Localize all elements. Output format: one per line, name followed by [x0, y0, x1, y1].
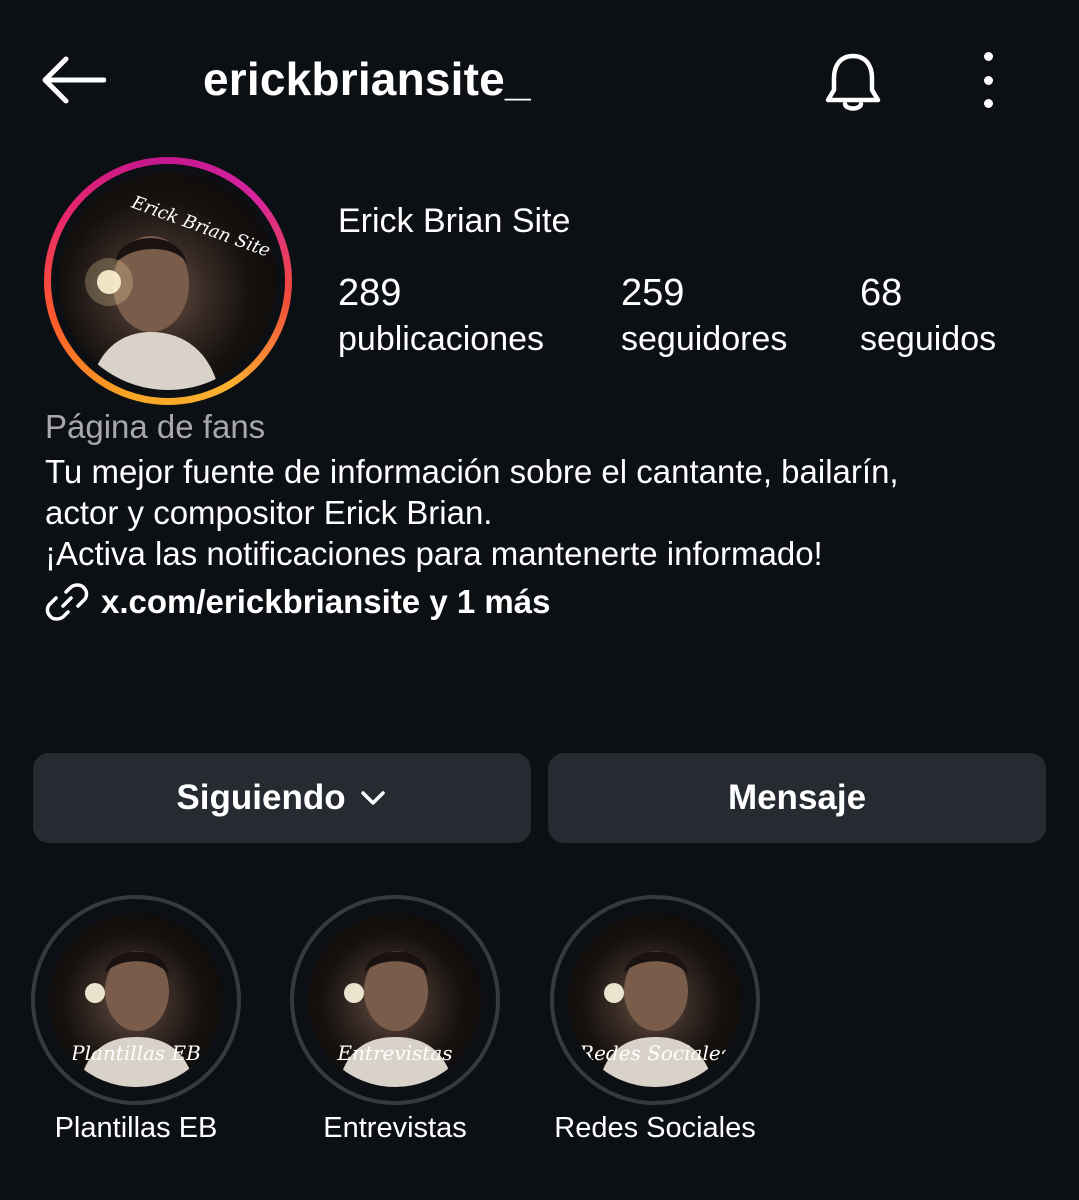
more-options-button[interactable]: [968, 52, 1008, 108]
followers-label[interactable]: seguidores: [621, 320, 787, 359]
highlight-cover-text: Entrevistas: [337, 1041, 453, 1065]
link-text: x.com/erickbriansite y 1 más: [101, 583, 551, 620]
highlight-label[interactable]: Redes Sociales: [525, 1112, 785, 1145]
message-button-label: Mensaje: [727, 778, 867, 817]
more-vertical-icon: [983, 52, 993, 61]
highlight-cover: Redes Sociales: [568, 913, 742, 1087]
profile-category: Página de fans: [45, 408, 266, 445]
highlight-cover: Plantillas EB: [49, 913, 223, 1087]
profile-username: erickbriansite_: [203, 53, 531, 105]
message-button[interactable]: Mensaje: [548, 753, 1046, 843]
profile-link[interactable]: x.com/erickbriansite y 1 más: [45, 580, 550, 624]
highlight-entrevistas[interactable]: Entrevistas: [290, 895, 500, 1105]
arrow-left-icon: [42, 56, 106, 104]
following-count[interactable]: 68: [860, 272, 902, 315]
highlight-cover-text: Redes Sociales: [579, 1041, 731, 1065]
bio-line: ¡Activa las notificaciones para mantener…: [45, 535, 823, 572]
back-button[interactable]: [40, 50, 120, 110]
chevron-down-icon: [360, 791, 385, 805]
avatar-image: Erick Brian Site: [59, 172, 277, 390]
posts-count[interactable]: 289: [338, 272, 401, 315]
highlight-cover: Entrevistas: [308, 913, 482, 1087]
profile-bio: Tu mejor fuente de información sobre el …: [45, 451, 1045, 574]
posts-label[interactable]: publicaciones: [338, 320, 544, 359]
followers-count[interactable]: 259: [621, 272, 684, 315]
following-label[interactable]: seguidos: [860, 320, 996, 359]
profile-avatar[interactable]: Erick Brian Site: [44, 157, 292, 405]
highlight-cover-text: Plantillas EB: [71, 1041, 201, 1065]
bell-icon: [825, 53, 881, 111]
highlight-redes-sociales[interactable]: Redes Sociales: [550, 895, 760, 1105]
highlight-plantillas-eb[interactable]: Plantillas EB: [31, 895, 241, 1105]
highlight-label[interactable]: Plantillas EB: [6, 1112, 266, 1145]
bio-line: actor y compositor Erick Brian.: [45, 494, 493, 531]
notifications-button[interactable]: [818, 48, 888, 118]
bio-line: Tu mejor fuente de información sobre el …: [45, 453, 899, 490]
following-button[interactable]: Siguiendo: [33, 753, 531, 843]
highlight-label[interactable]: Entrevistas: [265, 1112, 525, 1145]
display-name: Erick Brian Site: [338, 202, 571, 240]
following-button-label: Siguiendo: [176, 778, 346, 817]
link-icon: [45, 583, 89, 621]
